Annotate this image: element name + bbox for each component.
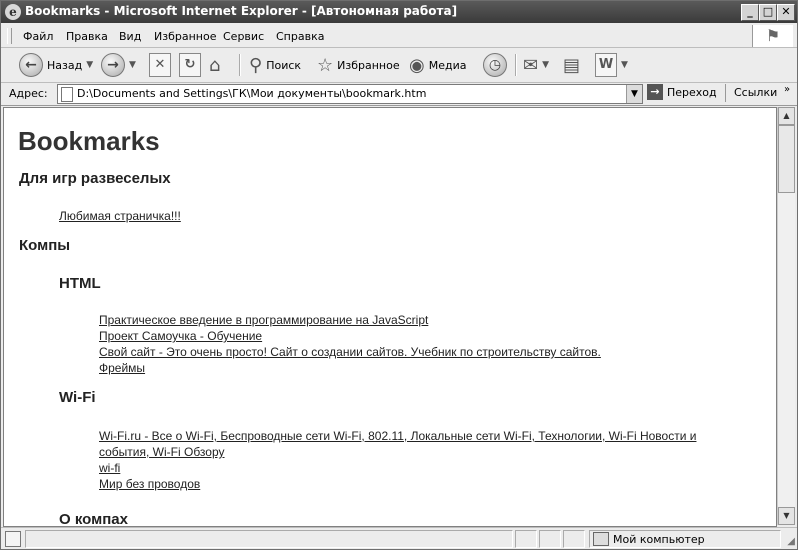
windows-logo-icon: ⚑ <box>752 25 793 47</box>
bookmark-link[interactable]: Проект Самоучка - Обучение <box>99 329 262 343</box>
browser-window: e Bookmarks - Microsoft Internet Explore… <box>0 0 798 550</box>
refresh-icon: ↻ <box>179 53 201 77</box>
bookmark-link[interactable]: Фреймы <box>99 361 145 375</box>
status-pane <box>539 530 561 548</box>
edit-word-button[interactable]: W ▼ <box>595 52 628 78</box>
scroll-down-icon[interactable]: ▼ <box>778 507 795 525</box>
media-label: Медиа <box>428 58 467 72</box>
forward-button[interactable]: → ▼ <box>101 52 136 78</box>
resize-grip-icon[interactable]: ◢ <box>787 536 795 547</box>
forward-dropdown-icon[interactable]: ▼ <box>129 60 136 70</box>
mail-dropdown-icon[interactable]: ▼ <box>542 60 549 70</box>
favorites-button[interactable]: ☆ Избранное <box>317 52 400 78</box>
history-icon: ◷ <box>483 53 507 77</box>
links-label: Ссылки <box>734 86 778 99</box>
stop-icon: ✕ <box>149 53 171 77</box>
home-icon: ⌂ <box>209 54 221 76</box>
bookmark-link[interactable]: wi-fi <box>99 461 120 475</box>
search-icon: ⚲ <box>249 54 263 76</box>
menu-view[interactable]: Вид <box>119 30 141 43</box>
bookmark-link[interactable]: Мир без проводов <box>99 477 200 491</box>
page-title: Bookmarks <box>18 126 160 156</box>
media-button[interactable]: ◉ Медиа <box>409 52 466 78</box>
security-zone: Мой компьютер <box>589 530 781 548</box>
bookmark-link-continued[interactable]: события, Wi-Fi Обзору <box>99 445 225 459</box>
status-bar: Мой компьютер ◢ <box>1 527 797 549</box>
status-pane <box>563 530 585 548</box>
window-title: Bookmarks - Microsoft Internet Explorer … <box>25 4 458 18</box>
computer-icon <box>593 532 609 546</box>
search-label: Поиск <box>266 58 302 72</box>
go-label: Переход <box>667 85 717 99</box>
chevron-right-icon[interactable]: » <box>784 84 790 95</box>
history-button[interactable]: ◷ <box>483 52 507 78</box>
menu-help[interactable]: Справка <box>276 30 324 43</box>
subsection-heading-html: HTML <box>59 275 101 292</box>
go-button[interactable]: → Переход <box>647 84 717 100</box>
page-status-icon <box>5 531 21 547</box>
search-button[interactable]: ⚲ Поиск <box>249 52 301 78</box>
printer-icon: ▤ <box>563 54 581 76</box>
toolbar-separator <box>239 54 241 76</box>
word-icon: W <box>595 53 617 77</box>
back-arrow-icon: ← <box>19 53 43 77</box>
back-label: Назад <box>47 58 83 72</box>
menu-favorites[interactable]: Избранное <box>154 30 216 43</box>
menu-file[interactable]: Файл <box>23 30 53 43</box>
address-dropdown-icon[interactable]: ▼ <box>626 85 642 103</box>
page-icon <box>61 87 73 102</box>
address-bar: Адрес: D:\Documents and Settings\ГК\Мои … <box>1 83 797 106</box>
mail-icon: ✉ <box>523 54 539 76</box>
star-icon: ☆ <box>317 54 334 76</box>
forward-arrow-icon: → <box>101 53 125 77</box>
address-input[interactable]: D:\Documents and Settings\ГК\Мои докумен… <box>57 84 643 104</box>
bookmark-link[interactable]: Любимая страничка!!! <box>59 209 181 223</box>
status-pane <box>515 530 537 548</box>
back-dropdown-icon[interactable]: ▼ <box>86 60 93 70</box>
vertical-scrollbar[interactable]: ▲ ▼ <box>777 107 795 525</box>
address-label: Адрес: <box>9 87 48 100</box>
scroll-thumb[interactable] <box>778 125 795 193</box>
stop-button[interactable]: ✕ <box>149 52 171 78</box>
menu-bar: Файл Правка Вид Избранное Сервис Справка… <box>1 25 797 48</box>
favorites-label: Избранное <box>337 58 400 72</box>
page-content: Bookmarks Для игр развеселых Любимая стр… <box>3 107 777 527</box>
subsection-heading-wifi: Wi-Fi <box>59 389 96 406</box>
title-bar: e Bookmarks - Microsoft Internet Explore… <box>1 1 797 23</box>
standard-toolbar: ← Назад ▼ → ▼ ✕ ↻ ⌂ ⚲ Поиск ☆ Избранное … <box>1 48 797 83</box>
refresh-button[interactable]: ↻ <box>179 52 201 78</box>
back-button[interactable]: ← Назад ▼ <box>19 52 93 78</box>
bookmark-link[interactable]: Wi-Fi.ru - Все о Wi-Fi, Беспроводные сет… <box>99 429 696 443</box>
menu-grip[interactable] <box>7 28 12 44</box>
bookmark-link[interactable]: Практическое введение в программирование… <box>99 313 428 327</box>
menu-edit[interactable]: Правка <box>66 30 108 43</box>
menu-tools[interactable]: Сервис <box>223 30 264 43</box>
minimize-button[interactable]: _ <box>741 4 759 21</box>
zone-label: Мой компьютер <box>613 532 705 546</box>
edit-dropdown-icon[interactable]: ▼ <box>621 60 628 70</box>
home-button[interactable]: ⌂ <box>209 52 220 78</box>
toolbar-separator <box>515 54 517 76</box>
address-value[interactable]: D:\Documents and Settings\ГК\Мои докумен… <box>77 87 426 100</box>
maximize-button[interactable]: □ <box>759 4 777 21</box>
go-arrow-icon: → <box>647 84 663 100</box>
print-button[interactable]: ▤ <box>563 52 580 78</box>
ie-logo-icon: e <box>5 4 21 20</box>
links-button[interactable]: Ссылки » <box>725 84 790 102</box>
status-text-pane <box>25 530 513 548</box>
mail-button[interactable]: ✉ ▼ <box>523 52 549 78</box>
bookmark-link[interactable]: Свой сайт - Это очень просто! Сайт о соз… <box>99 345 601 359</box>
close-button[interactable]: ✕ <box>777 4 795 21</box>
section-heading-computers: Компы <box>19 237 71 254</box>
section-heading-games: Для игр развеселых <box>19 170 171 187</box>
media-icon: ◉ <box>409 54 425 76</box>
subsection-heading-about-computers: О компах <box>59 511 128 527</box>
scroll-up-icon[interactable]: ▲ <box>778 107 795 125</box>
